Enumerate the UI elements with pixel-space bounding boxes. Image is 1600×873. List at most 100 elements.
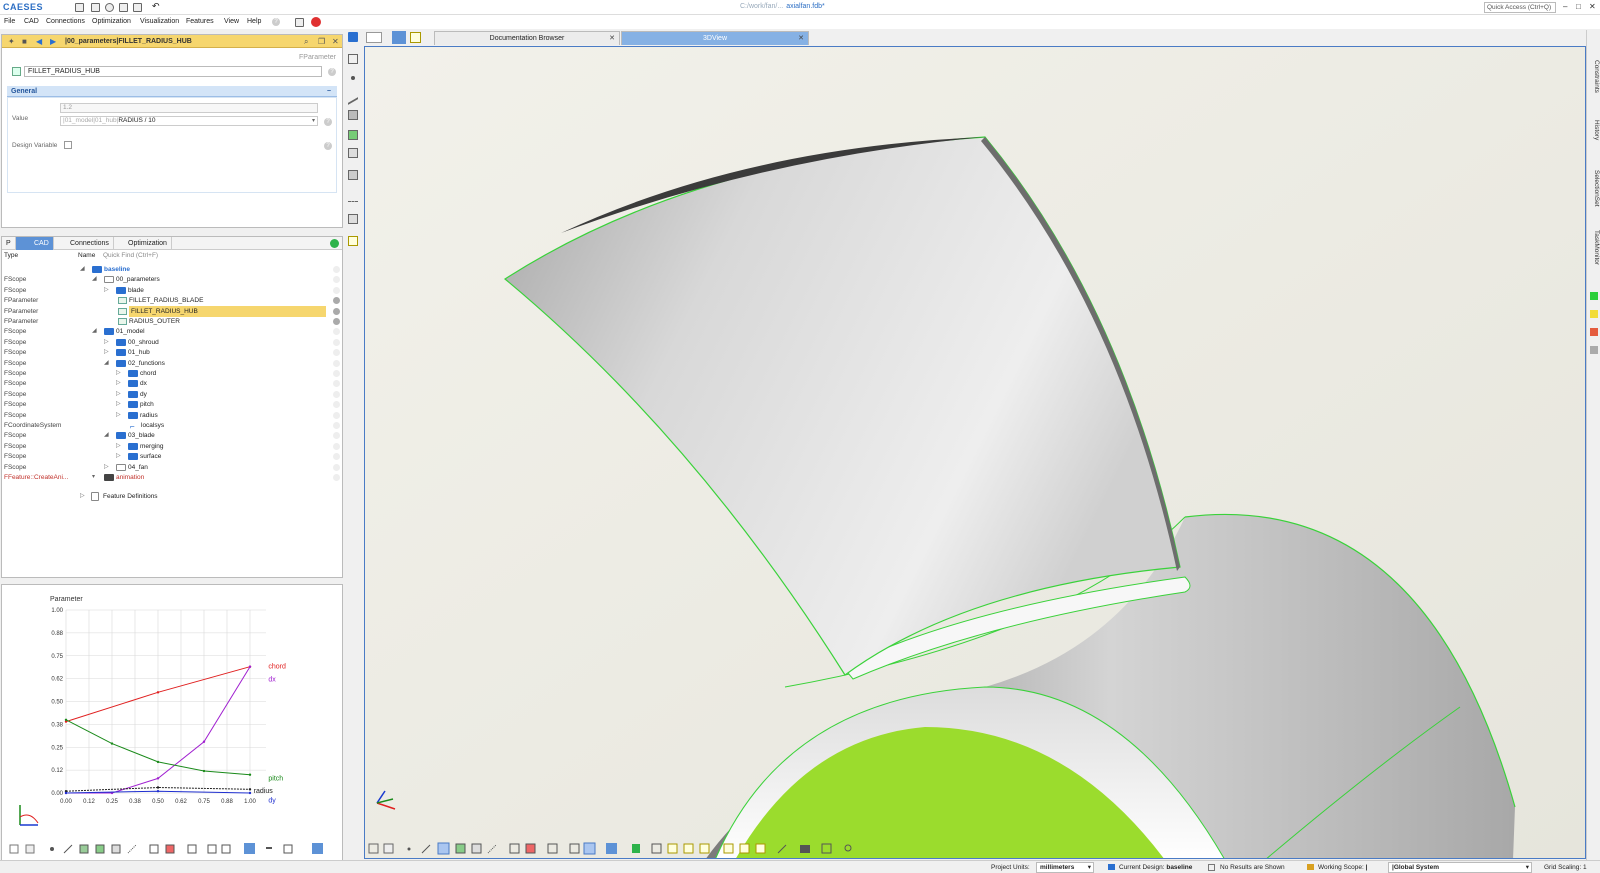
tab-constraints[interactable]: Constraints [1588,60,1600,93]
window-icon[interactable] [295,18,304,27]
open-file-icon[interactable] [91,3,100,12]
status-yellow-icon[interactable] [1590,310,1598,318]
undo-icon[interactable]: ↶ [152,1,160,12]
tab-3dview[interactable]: 3DView ✕ [621,31,809,45]
design-variable-help-icon[interactable]: ? [324,142,332,150]
copy-icon[interactable]: ❐ [318,37,325,46]
tree-row[interactable]: FScope ◢ 03_blade [2,430,342,441]
tab-selectionset[interactable]: SelectionSet [1588,170,1600,207]
menu-file[interactable]: File [4,18,15,25]
run-icon[interactable] [348,236,358,246]
expand-icon[interactable]: ◢ [92,326,97,337]
tree-row[interactable]: FScope ▷ dx [2,378,342,389]
status-red-icon[interactable] [1590,328,1598,336]
tree-row[interactable]: FParameter RADIUS_OUTER [2,316,342,327]
tree-row[interactable]: FParameter FILLET_RADIUS_HUB [2,305,342,317]
close-window-icon[interactable]: ✕ [1589,2,1596,11]
expand-icon[interactable]: ▷ [116,441,121,452]
tab-parameters[interactable]: P [2,237,16,250]
tree-row[interactable]: FScope ▷ 00_shroud [2,337,342,348]
layout-icon[interactable] [366,32,382,43]
expand-icon[interactable]: ◢ [80,264,85,275]
quick-find-input[interactable]: Quick Find (Ctrl+F) [103,252,158,259]
tree-row[interactable]: FScope ◢ 02_functions [2,358,342,369]
expand-icon[interactable]: ▷ [104,347,109,358]
tab-optimization[interactable]: Optimization [112,237,172,250]
new-file-icon[interactable] [75,3,84,12]
tree-row[interactable]: FScope ◢ 01_model [2,326,342,337]
help-icon[interactable]: ? [272,18,280,26]
folder-icon[interactable] [348,32,358,42]
expand-icon[interactable]: ▷ [116,378,121,389]
measure-icon[interactable] [348,192,358,202]
menu-visualization[interactable]: Visualization [140,18,179,25]
back-icon[interactable]: ◀ [36,37,42,46]
minimize-icon[interactable]: – [1563,2,1567,11]
tree-row[interactable]: FScope ▷ chord [2,368,342,379]
tree-row[interactable]: FScope ▷ merging [2,441,342,452]
tab-connections[interactable]: Connections [54,237,114,250]
tree-row[interactable]: FScope ▷ dy [2,389,342,400]
tree-row[interactable]: ◢ baseline [2,264,342,275]
expand-icon[interactable]: ▾ [92,472,95,483]
surface-icon[interactable] [348,110,358,120]
menu-features[interactable]: Features [186,18,214,25]
tab-history[interactable]: History [1588,120,1600,140]
expand-icon[interactable]: ▷ [116,389,121,400]
object-name-field[interactable]: FILLET_RADIUS_HUB [24,66,322,77]
pin-icon[interactable]: ✦ [8,37,15,46]
close-icon[interactable]: ✕ [332,37,339,46]
tab-documentation-browser[interactable]: Documentation Browser ✕ [434,31,620,45]
forward-icon[interactable]: ▶ [50,37,56,46]
project-units-select[interactable]: millimeters ▾ [1036,862,1094,873]
design-variable-checkbox[interactable] [64,141,72,149]
menu-cad[interactable]: CAD [24,18,39,25]
point-icon[interactable] [351,76,355,80]
stop-square-icon[interactable]: ■ [22,37,27,46]
maximize-icon[interactable]: □ [1576,2,1581,11]
tree-row[interactable]: FParameter FILLET_RADIUS_BLADE [2,295,342,306]
general-section-header[interactable]: General − [7,86,337,97]
feature-definitions-row[interactable]: ▷ Feature Definitions [2,491,342,502]
expand-icon[interactable]: ◢ [92,274,97,285]
tree-row[interactable]: FScope ▷ 04_fan [2,462,342,473]
status-gray-icon[interactable] [1590,346,1598,354]
execute-view-icon[interactable] [410,32,421,43]
mesh-icon[interactable] [348,148,358,158]
tree-row[interactable]: FScope ▷ blade [2,285,342,296]
tab-taskmonitor[interactable]: TaskMonitor [1588,230,1600,265]
tree-row[interactable]: FScope ▷ radius [2,410,342,421]
name-help-icon[interactable]: ? [328,68,336,76]
save-as-icon[interactable] [133,3,142,12]
tree-row[interactable]: FCoordinateSystem ⌐ localsys [2,420,342,431]
menu-view[interactable]: View [224,18,239,25]
status-green-icon[interactable] [1590,292,1598,300]
refresh-icon[interactable] [330,239,339,248]
value-expression-field[interactable]: |01_model|01_hub|RADIUS / 10 ▾ [60,116,318,126]
expand-icon[interactable]: ▷ [104,462,109,473]
feature-icon[interactable] [348,214,358,224]
tree-row[interactable]: FScope ◢ 00_parameters [2,274,342,285]
import-icon[interactable] [348,170,358,180]
menu-help[interactable]: Help [247,18,261,25]
expand-icon[interactable]: ▷ [104,337,109,348]
tree-row[interactable]: FScope ▷ 01_hub [2,347,342,358]
menu-connections[interactable]: Connections [46,18,85,25]
folder-view-icon[interactable] [392,31,406,44]
3d-viewport[interactable] [364,46,1586,859]
expand-icon[interactable]: ▷ [116,399,121,410]
expand-icon[interactable]: ◢ [104,358,109,369]
value-help-icon[interactable]: ? [324,118,332,126]
expand-icon[interactable]: ◢ [104,430,109,441]
quick-access-input[interactable]: Quick Access (Ctrl+Q) [1484,2,1556,13]
solid-icon[interactable] [348,130,358,140]
tab-cad[interactable]: CAD [16,237,54,250]
stop-icon[interactable] [311,17,321,27]
tree-row[interactable]: FScope ▷ surface [2,451,342,462]
expand-icon[interactable]: ▷ [116,368,121,379]
expand-icon[interactable]: ▷ [116,410,121,421]
record-icon[interactable] [105,3,114,12]
expand-icon[interactable]: ▷ [104,285,109,296]
search-icon[interactable]: ⌕ [304,37,308,47]
expand-icon[interactable]: ▷ [116,451,121,462]
